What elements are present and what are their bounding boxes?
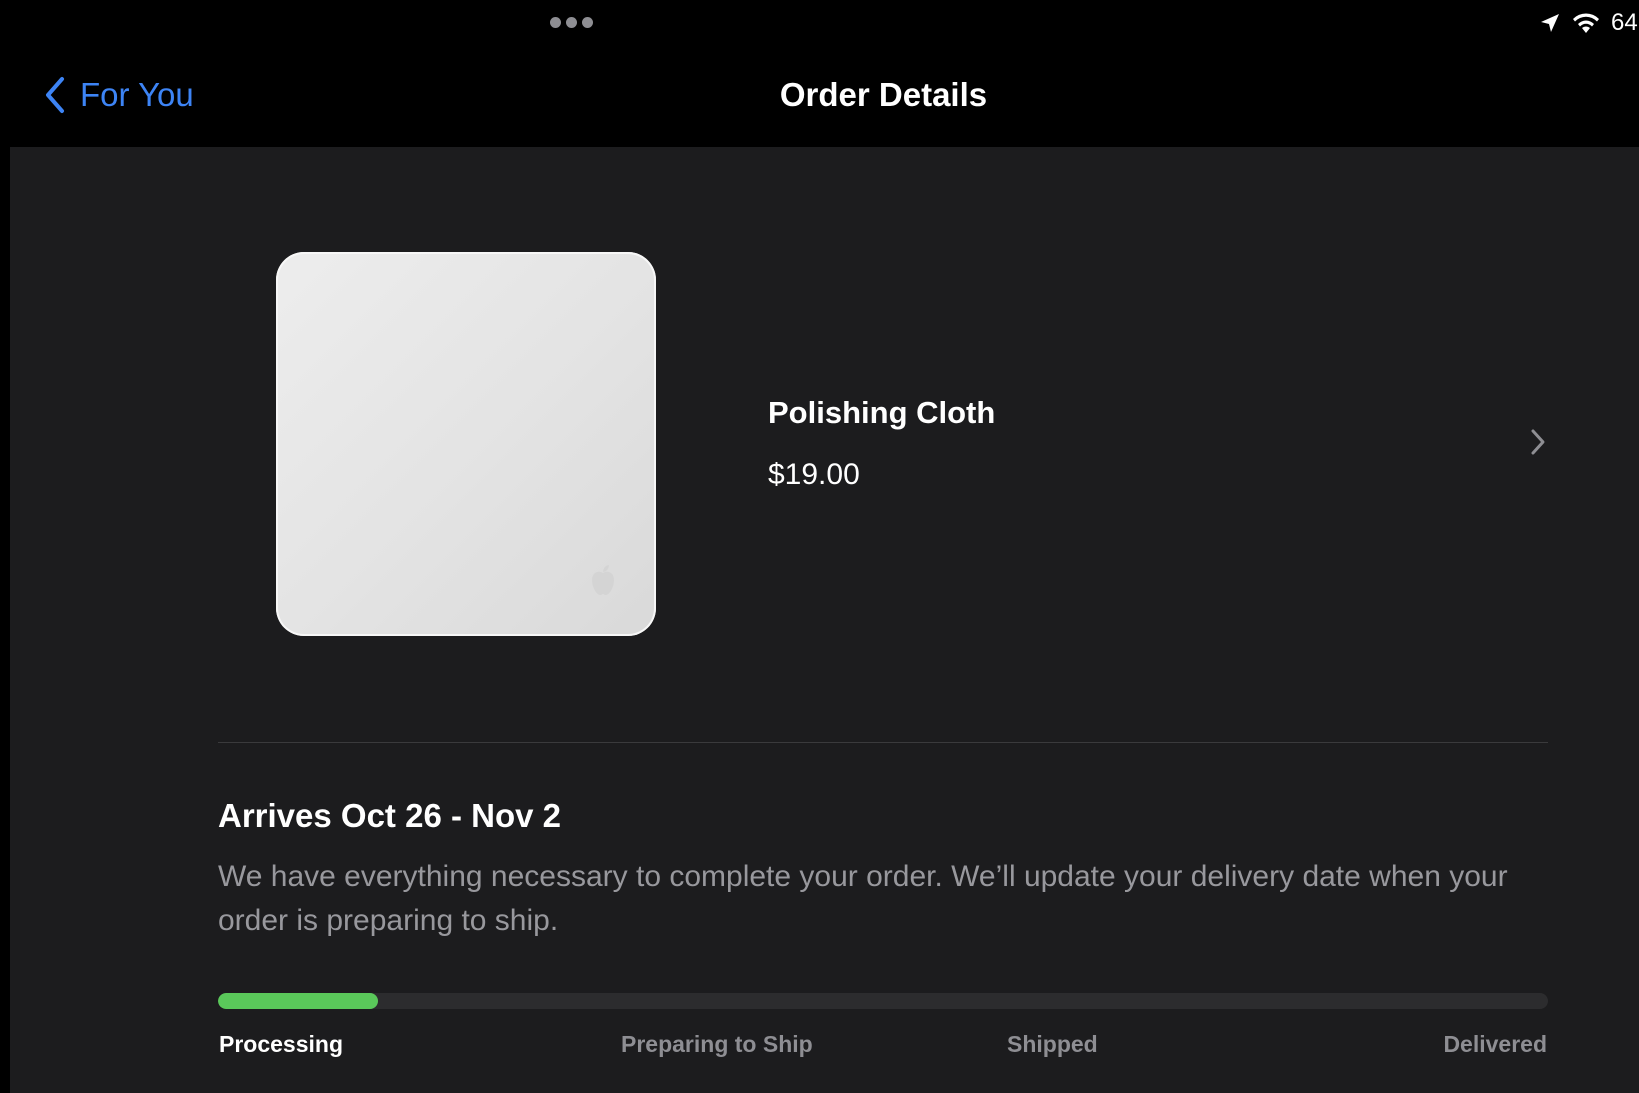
product-row[interactable]: Polishing Cloth $19.00 (218, 230, 1548, 650)
product-name: Polishing Cloth (768, 395, 996, 430)
stage-shipped: Shipped (1007, 1031, 1098, 1057)
stage-processing: Processing (219, 1031, 343, 1057)
battery-percentage: 64 (1611, 9, 1638, 36)
page-title: Order Details (779, 76, 988, 113)
wifi-icon (1573, 13, 1599, 33)
stage-preparing-to-ship: Preparing to Ship (621, 1031, 813, 1057)
chevron-right-icon (1531, 429, 1545, 455)
product-price: $19.00 (768, 458, 860, 491)
stage-delivered: Delivered (1443, 1031, 1547, 1057)
order-details-screen: 64 For You Order Details Polishing Cloth… (0, 0, 1639, 1093)
status-bar: 64 (1539, 8, 1639, 38)
location-arrow-icon (1541, 14, 1559, 32)
divider (218, 742, 1548, 743)
progress-fill (218, 993, 378, 1009)
polishing-cloth-image (276, 252, 656, 636)
navigation-bar: 64 For You (10, 0, 1639, 147)
delivery-progress-bar (218, 993, 1548, 1009)
left-edge (0, 0, 10, 1093)
multitasking-dots-icon[interactable] (550, 17, 593, 28)
delivery-status-description: We have everything necessary to complete… (218, 860, 1508, 937)
arrival-estimate: Arrives Oct 26 - Nov 2 (218, 797, 561, 834)
apple-logo-icon (592, 565, 614, 595)
